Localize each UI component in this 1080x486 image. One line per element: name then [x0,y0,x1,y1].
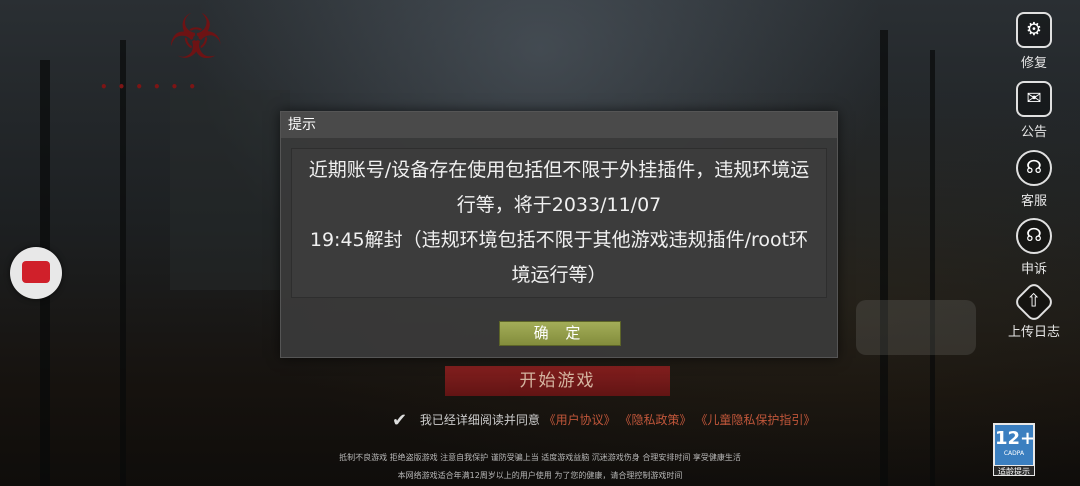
agreement-row: ✔ 我已经详细阅读并同意 《用户协议》 《隐私政策》 《儿童隐私保护指引》 [392,410,815,431]
upload-log-label: 上传日志 [1007,325,1060,340]
headset-icon: ☊ [1016,150,1052,186]
user-agreement-link[interactable]: 《用户协议》 [544,413,616,427]
dialog-message-line: 境运行等） [511,264,607,286]
headset-icon: ☊ [1016,218,1052,254]
start-game-button[interactable]: 开始游戏 [445,366,670,396]
game-logo: ☣ •••••• [78,6,238,96]
repair-label: 修复 [1020,56,1047,71]
notice-button[interactable]: ✉ 公告 [1002,81,1066,140]
notice-dialog: 提示 近期账号/设备存在使用包括但不限于外挂插件，违规环境运 行等，将于2033… [280,111,838,358]
customer-service-button[interactable]: ☊ 客服 [1002,150,1066,209]
age-rating-badge: 12+ CADPA 适龄提示 [993,423,1035,476]
logo-dots: •••••• [100,80,207,94]
appeal-button[interactable]: ☊ 申诉 [1002,218,1066,277]
gear-icon: ⚙ [1016,12,1052,48]
dialog-message-line: 行等，将于2033/11/07 [456,194,662,216]
child-privacy-link[interactable]: 《儿童隐私保护指引》 [695,413,815,427]
confirm-button[interactable]: 确 定 [499,321,621,346]
notice-icon: ✉ [1016,81,1052,117]
privacy-policy-link[interactable]: 《隐私政策》 [620,413,692,427]
dialog-message-line: 19:45解封（违规环境包括不限于其他游戏违规插件/root环 [309,229,809,251]
health-notice-line2: 本网络游戏适合年满12周岁以上的用户使用 为了您的健康，请合理控制游戏时间 [397,471,683,480]
appeal-label: 申诉 [1020,262,1047,277]
health-notice-line1: 抵制不良游戏 拒绝盗版游戏 注意自我保护 谨防受骗上当 适度游戏益脑 沉迷游戏伤… [339,453,741,462]
dialog-message-line: 近期账号/设备存在使用包括但不限于外挂插件，违规环境运 [308,159,810,181]
age-rating-org: CADPA [1003,450,1025,457]
upload-icon: ⇧ [1012,280,1056,324]
floating-assistant-button[interactable] [10,247,62,299]
assistant-icon [22,261,50,283]
agreement-text: 我已经详细阅读并同意 [419,413,540,427]
biohazard-logo-icon: ☣ [168,0,224,73]
dialog-title: 提示 [281,112,837,138]
repair-button[interactable]: ⚙ 修复 [1002,12,1066,71]
upload-log-button[interactable]: ⇧ 上传日志 [1002,280,1066,340]
checkmark-icon[interactable]: ✔ [392,410,416,431]
notice-label: 公告 [1020,125,1047,140]
dialog-message-box: 近期账号/设备存在使用包括但不限于外挂插件，违规环境运 行等，将于2033/11… [291,148,827,298]
age-rating-tip: 适龄提示 [993,465,1035,476]
age-rating-number: 12+ [995,428,1036,449]
customer-service-label: 客服 [1020,194,1047,209]
